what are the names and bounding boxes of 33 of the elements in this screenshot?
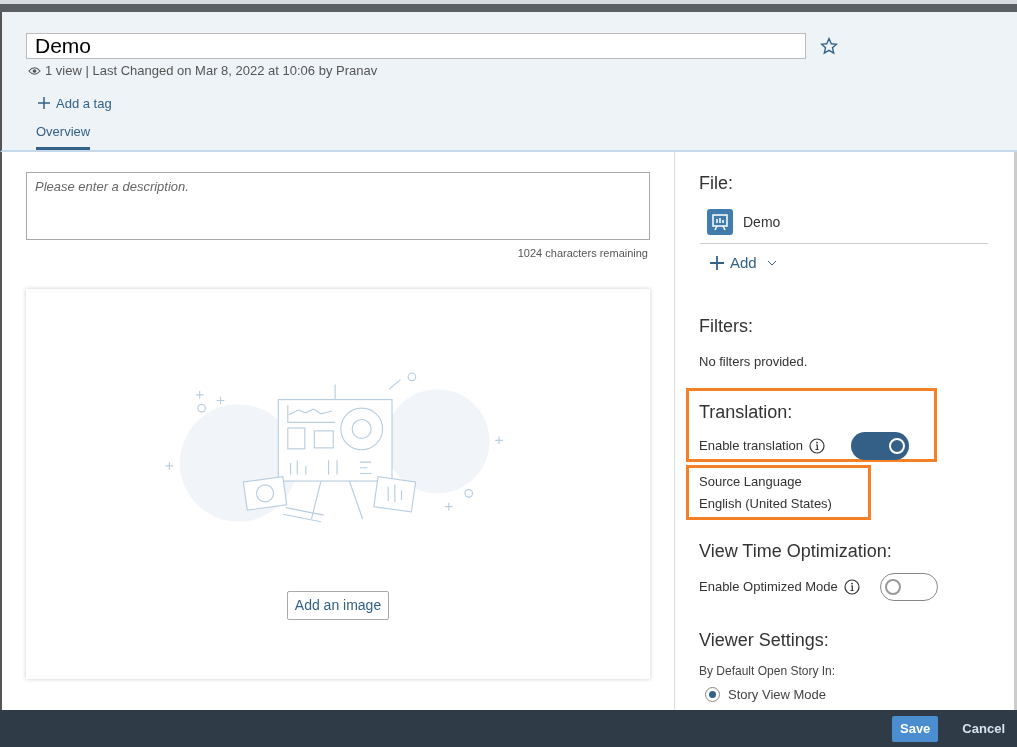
presentation-icon <box>707 209 733 235</box>
file-item[interactable]: Demo <box>707 209 988 243</box>
section-heading: Translation: <box>699 401 794 424</box>
eye-icon <box>28 65 41 76</box>
info-icon[interactable] <box>809 438 826 454</box>
info-icon[interactable] <box>843 579 860 595</box>
source-language-value: English (United States) <box>699 494 833 513</box>
toggle-label: Enable Optimized Mode <box>699 578 838 597</box>
source-language-label: Source Language <box>699 473 803 491</box>
add-button[interactable]: Add <box>710 252 777 275</box>
plus-icon <box>38 97 50 110</box>
description-field[interactable]: Please enter a description. <box>26 172 650 240</box>
toggle-switch[interactable] <box>851 432 910 460</box>
viewer-label: By Default Open Story In: <box>699 663 837 680</box>
radio-option[interactable]: Story View Mode <box>705 685 827 705</box>
section-heading: View Time Optimization: <box>699 540 893 563</box>
section-heading: Viewer Settings: <box>699 629 830 652</box>
title-field[interactable]: Demo <box>26 33 806 59</box>
chevron-down-icon <box>766 260 777 267</box>
add-tag-button[interactable]: Add a tag <box>38 93 112 113</box>
cancel-button[interactable]: Cancel <box>954 715 1013 742</box>
star-icon[interactable] <box>820 37 838 55</box>
section-heading: Filters: <box>699 314 754 338</box>
add-image-button[interactable]: Add an image <box>286 590 390 620</box>
toggle-switch[interactable] <box>879 573 938 601</box>
meta-text: 1 view | Last Changed on Mar 8, 2022 at 10:06 by Pranav <box>45 62 378 80</box>
plus-icon <box>710 256 724 271</box>
section-heading: File: <box>699 172 734 195</box>
tab[interactable]: Overview <box>36 121 91 150</box>
radio-button[interactable] <box>705 687 720 703</box>
characters-remaining: 1024 characters remaining <box>517 246 648 261</box>
toggle-label: Enable translation <box>699 437 804 456</box>
filters-text: No filters provided. <box>699 352 809 371</box>
